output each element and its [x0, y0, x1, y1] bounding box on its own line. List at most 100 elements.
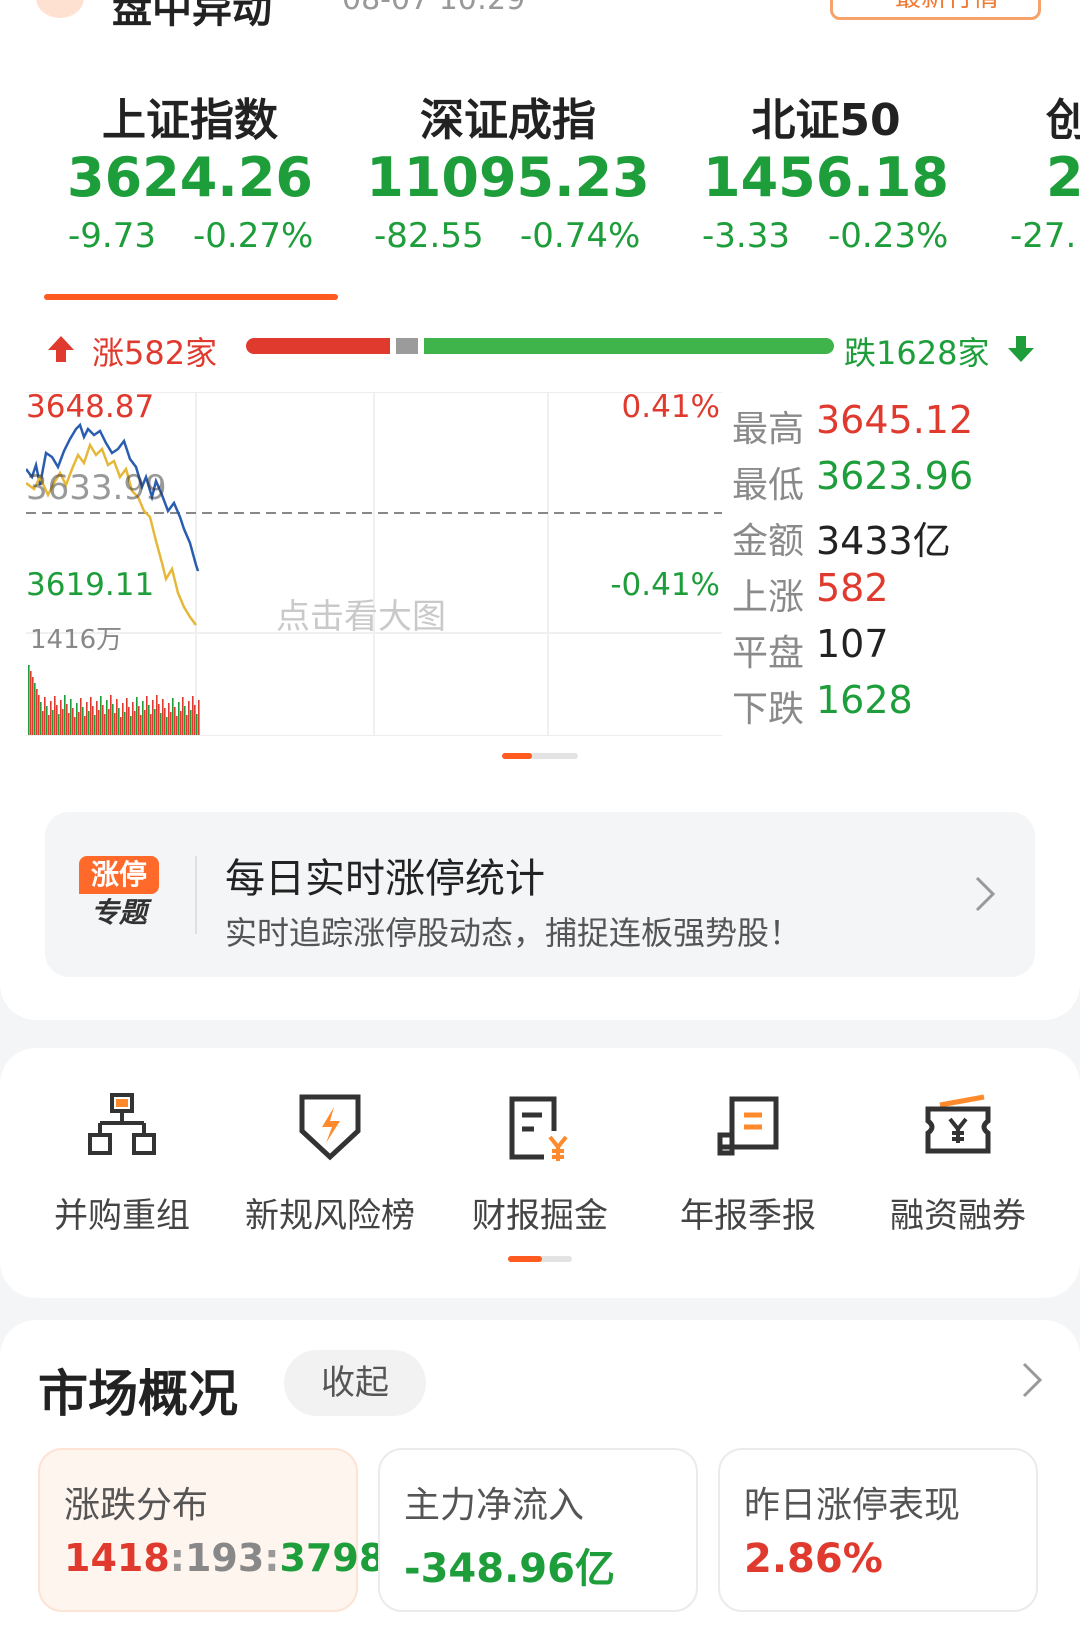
stat-value: 582 — [816, 566, 889, 610]
chevron-right-icon — [973, 874, 997, 918]
volume-bar — [122, 703, 124, 735]
volume-bar — [168, 703, 170, 735]
tool-annual-quarterly[interactable]: 年报季报 — [640, 1048, 856, 1298]
promo-divider — [195, 856, 197, 934]
svg-text:3633.99: 3633.99 — [26, 468, 167, 508]
volume-bar — [182, 697, 184, 735]
stat-key: 最高 — [732, 409, 805, 450]
volume-bar — [82, 707, 84, 735]
advancers-label: 涨582家 — [92, 334, 218, 372]
arrow-down-icon — [1006, 334, 1036, 368]
tool-label: 融资融券 — [890, 1196, 1026, 1236]
collapse-button-label: 收起 — [321, 1363, 389, 1403]
tools-card: 并购重组 新规风险榜 财报掘金 年报季报 融资融券 — [0, 1048, 1080, 1298]
index-value: 1456.18 — [703, 146, 949, 209]
volume-bar — [34, 683, 36, 735]
scroll-report-icon — [712, 1091, 784, 1163]
volume-bar — [52, 710, 54, 735]
tool-mergers[interactable]: 并购重组 — [14, 1048, 230, 1298]
index-value: 11095.23 — [366, 146, 650, 209]
report-yuan-icon — [504, 1091, 576, 1163]
volume-bar — [80, 698, 82, 735]
volume-bar — [86, 702, 88, 735]
volume-bar — [38, 695, 40, 735]
volume-bar — [36, 689, 38, 735]
volume-bar — [134, 711, 136, 735]
volume-bar — [32, 677, 34, 735]
chart-low-label: 3619.11 — [26, 567, 155, 603]
market-card-distribution[interactable]: 涨跌分布 1418:193:3798 — [38, 1448, 385, 1612]
net-inflow-value: -348.96亿 — [404, 1546, 615, 1592]
volume-bar — [42, 711, 44, 735]
volume-bar — [156, 695, 158, 735]
chevron-right-icon[interactable] — [1020, 1360, 1044, 1404]
tool-margin-trading[interactable]: 融资融券 — [850, 1048, 1066, 1298]
market-card-title: 涨跌分布 — [64, 1485, 209, 1526]
index-change: -27. — [1010, 216, 1077, 256]
chart-pager-active — [502, 753, 532, 759]
volume-bar — [148, 705, 150, 735]
volume-bar — [170, 712, 172, 735]
volume-bar — [54, 696, 56, 735]
volume-bar — [64, 695, 66, 735]
tool-label: 新规风险榜 — [245, 1196, 415, 1236]
volume-bar — [78, 712, 80, 735]
org-chart-icon — [86, 1091, 158, 1163]
badge-bottom: 专题 — [90, 896, 147, 929]
distribution-down: 3798 — [279, 1536, 386, 1580]
volume-bar — [66, 704, 68, 735]
volume-bar — [130, 716, 132, 735]
market-card-net-inflow[interactable]: 主力净流入 -348.96亿 — [378, 1448, 698, 1612]
volume-bar — [56, 705, 58, 735]
yesterday-limit-up-value: 2.86% — [744, 1536, 883, 1582]
chart-volume-label: 1416万 — [30, 625, 123, 655]
intraday-chart[interactable]: 3633.99 3648.87 3619.11 0.41% -0.41% 141… — [26, 389, 722, 736]
volume-bar — [132, 702, 134, 735]
volume-bar — [94, 715, 96, 735]
index-change: -9.73 — [68, 216, 156, 256]
tool-new-rules-risk[interactable]: 新规风险榜 — [222, 1048, 438, 1298]
promo-subtitle: 实时追踪涨停股动态，捕捉连板强势股！ — [225, 914, 802, 952]
volume-bar — [166, 717, 168, 735]
volume-bar — [40, 702, 42, 735]
breadth-bar — [246, 338, 834, 354]
volume-bar — [28, 665, 30, 735]
stat-key: 上涨 — [732, 577, 805, 618]
volume-bar — [74, 717, 76, 735]
index-card: 盘中异动 08-07 10:29 最新行情 上证指数 3624.26 -9.73… — [0, 0, 1080, 1020]
volume-bar — [100, 696, 102, 735]
volume-bar — [158, 704, 160, 735]
chart-pager — [502, 753, 578, 759]
collapse-button[interactable]: 收起 — [284, 1350, 426, 1416]
tools-pager — [508, 1256, 572, 1262]
volume-bar — [144, 710, 146, 735]
distribution-value: 1418:193:3798 — [64, 1536, 386, 1580]
volume-bar — [154, 709, 156, 735]
arrow-up-icon — [46, 334, 76, 368]
volume-bar — [48, 715, 50, 735]
tool-label: 财报掘金 — [472, 1196, 608, 1236]
chart-pct-high: 0.41% — [621, 389, 720, 425]
breadth-bar-up — [246, 338, 390, 354]
stat-value: 1628 — [816, 678, 913, 722]
volume-bar — [110, 695, 112, 735]
chart-enlarge-hint[interactable]: 点击看大图 — [276, 589, 446, 638]
tool-label: 并购重组 — [54, 1196, 190, 1236]
volume-bar — [150, 714, 152, 735]
index-name: 上证指数 — [102, 95, 278, 146]
volume-bar — [68, 713, 70, 735]
chart-high-label: 3648.87 — [26, 389, 155, 425]
market-card-yesterday-limit-up[interactable]: 昨日涨停表现 2.86% — [718, 1448, 1038, 1612]
volume-bar — [62, 709, 64, 735]
volume-bar — [60, 700, 62, 735]
limit-up-promo-banner[interactable]: 涨停 专题 每日实时涨停统计 实时追踪涨停股动态，捕捉连板强势股！ — [45, 812, 1035, 977]
latest-quote-badge[interactable]: 最新行情 — [830, 0, 1041, 20]
distribution-up: 1418 — [64, 1536, 170, 1580]
market-card-title: 主力净流入 — [404, 1485, 585, 1526]
volume-bar — [192, 696, 194, 735]
volume-bar — [92, 706, 94, 735]
badge-top: 涨停 — [79, 856, 159, 894]
volume-bar — [112, 704, 114, 735]
breadth-bar-flat — [395, 338, 418, 354]
chart-pct-low: -0.41% — [610, 567, 720, 603]
